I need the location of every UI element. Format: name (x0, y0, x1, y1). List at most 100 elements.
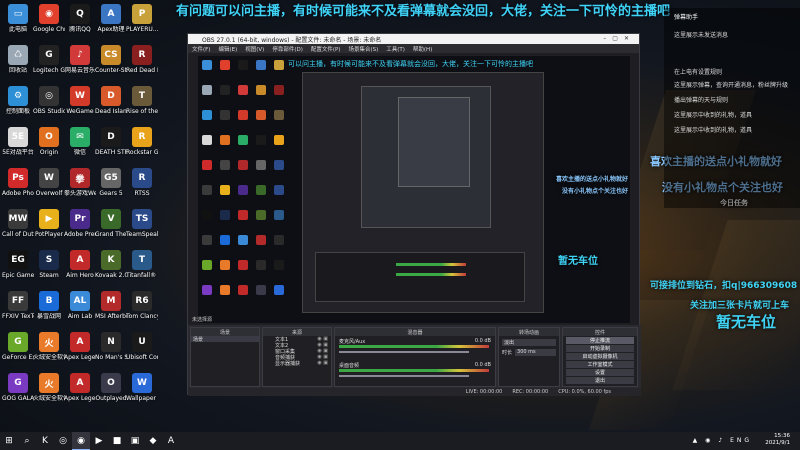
desktop-icon[interactable]: V Grand Theft Auto V (95, 209, 127, 238)
obs-menu-item[interactable]: 场景集合(S) (348, 45, 378, 53)
desktop-icon[interactable]: EG Epic Games Launcher (2, 250, 34, 279)
desktop-icon[interactable]: W WeGame (64, 86, 96, 115)
desktop-icon[interactable]: G5 Gears 5 (95, 168, 127, 197)
obs-menu-item[interactable]: 视图(V) (245, 45, 264, 53)
duration-input[interactable]: 300 ms (515, 349, 556, 356)
mixer-track[interactable]: 麦克风/Aux 0.0 dB (335, 336, 495, 360)
chat-line: 这里展示中收到的礼物，道具 (674, 127, 753, 134)
mixer-dock[interactable]: 混音器 麦克风/Aux 0.0 dB 桌面音频 0.0 dB (334, 327, 496, 387)
volume-slider[interactable] (339, 375, 469, 377)
desktop-icon[interactable]: ♪ 网易云音乐 (64, 45, 96, 74)
desktop-icon[interactable]: G GeForce Experience (2, 332, 34, 361)
desktop-icon[interactable]: ♺ 回收站 (2, 45, 34, 74)
control-button[interactable]: 停止推流 (566, 337, 634, 344)
desktop-icon[interactable]: B 暴雪战网 (33, 291, 65, 320)
volume-slider[interactable] (339, 351, 469, 353)
desktop-icon[interactable]: R RTSS (126, 168, 158, 197)
desktop-icon[interactable]: ✉ 微信 (64, 127, 96, 156)
control-button[interactable]: 设置 (566, 369, 634, 376)
desktop-icon[interactable]: R Rockstar Games... (126, 127, 158, 156)
desktop-icon[interactable]: N No Man's Sky (95, 332, 127, 361)
search-icon[interactable]: ⌕ (18, 432, 36, 450)
scenes-dock[interactable]: 场景 场景 (190, 327, 260, 387)
chat-line: 这里展示未发送消息 (674, 32, 729, 39)
taskbar-app-icon[interactable]: ◎ (54, 432, 72, 450)
obs-menu-item[interactable]: 文件(F) (192, 45, 210, 53)
obs-preview[interactable]: 可以问主播，有时候可能来不及看弹幕就会没回，大佬，关注一下可怜的主播吧 喜欢主播… (198, 56, 630, 323)
start-button[interactable]: ⊞ (0, 432, 18, 450)
window-controls[interactable]: –▢✕ (603, 35, 635, 42)
taskbar-app-icon[interactable]: ◆ (144, 432, 162, 450)
desktop-icon[interactable]: 火火绒安全软件 (33, 373, 65, 402)
desktop-icon[interactable]: MW Call of Duty Modern ... (2, 209, 34, 238)
desktop-icon[interactable]: U Ubisoft Connect (126, 332, 158, 361)
desktop-icon[interactable]: O Origin (33, 127, 65, 156)
sources-dock[interactable]: 来源 文本1 ◉ ▣ 文本2 ◉ ▣ 窗口采集 ◉ ▣ 音频捕获 ◉ ▣ 显示器捕获 ◉ ▣ (262, 327, 332, 387)
desktop-icon[interactable]: ▶ PotPlayer (33, 209, 65, 238)
desktop-icon[interactable]: T Rise of the Tomb Ra... (126, 86, 158, 115)
controls-dock[interactable]: 控件 停止推流 开始录制 启动虚拟摄像机 工作室模式 设置 退出 (562, 327, 638, 387)
obs-titlebar[interactable]: OBS 27.0.1 (64-bit, windows) - 配置文件: 未命名… (188, 34, 639, 44)
desktop-icon[interactable]: Q 腾讯QQ (64, 4, 96, 33)
desktop-icon[interactable]: AL Aim Lab (64, 291, 96, 320)
obs-menu-item[interactable]: 工具(T) (386, 45, 405, 53)
desktop-icon[interactable]: A Aim Hero (64, 250, 96, 279)
desktop-icon[interactable]: 火火绒安全软件 (33, 332, 65, 361)
chat-assistant-panel[interactable]: 弹幕助手 这里展示未发送消息 在上电有设置规则 这里展示弹幕，查询开通消息，粉丝牌升… (664, 8, 800, 208)
mixer-track[interactable]: 桌面音频 0.0 dB (335, 360, 495, 384)
desktop-icon[interactable]: 拳拳头游戏WeGame (64, 168, 96, 197)
clock[interactable]: 15:36 2021/9/1 (765, 433, 790, 447)
tray-icons[interactable]: ▲ ◉ ♪ ENG (693, 437, 752, 444)
desktop-icon[interactable]: G GOG GALAXY (2, 373, 34, 402)
desktop-icon[interactable]: TS TeamSpeak 3 Client (126, 209, 158, 238)
obs-menu-item[interactable]: 配置文件(P) (311, 45, 341, 53)
transition-dock[interactable]: 转场动画 淡出 时长 300 ms (498, 327, 560, 387)
transition-select[interactable]: 淡出 (502, 339, 556, 346)
language-indicator[interactable]: ENG (730, 437, 752, 444)
desktop-icon[interactable]: A Apex助理 (95, 4, 127, 33)
taskbar-app-icon[interactable]: ▶ (90, 432, 108, 450)
desktop-icon[interactable]: R6 Tom Clancy's R... (126, 291, 158, 320)
obs-menu-item[interactable]: 停靠部件(D) (272, 45, 303, 53)
desktop-icon[interactable]: K Kovaak 2.0 (95, 250, 127, 279)
control-button[interactable]: 工作室模式 (566, 361, 634, 368)
control-button[interactable]: 启动虚拟摄像机 (566, 353, 634, 360)
source-item[interactable]: 显示器捕获 ◉ ▣ (263, 360, 331, 367)
taskbar-app-icon[interactable]: K (36, 432, 54, 450)
desktop-icon[interactable]: T Titanfall® 2 (126, 250, 158, 279)
obs-menu-item[interactable]: 编辑(E) (218, 45, 237, 53)
app-icon: A (70, 373, 90, 393)
taskbar-app-icon[interactable]: A (162, 432, 180, 450)
desktop-icon[interactable]: O Outplayed (95, 373, 127, 402)
taskbar-app-icon[interactable]: ▣ (126, 432, 144, 450)
desktop-icon[interactable]: CS Counter-Str... Global Off... (95, 45, 127, 74)
desktop-icon[interactable]: Ps Adobe Photosh... (2, 168, 34, 197)
desktop-icon[interactable]: 5E 5E对战平台 (2, 127, 34, 156)
taskbar-app-icon[interactable]: ◉ (72, 432, 90, 450)
control-button[interactable]: 退出 (566, 377, 634, 384)
desktop-icon[interactable]: ◉ Google Chrome (33, 4, 65, 33)
desktop-icon[interactable]: Pr Adobe Premie... (64, 209, 96, 238)
obs-menu-item[interactable]: 帮助(H) (413, 45, 432, 53)
desktop-icon[interactable]: ▭ 此电脑 (2, 4, 34, 33)
desktop-icon[interactable]: W Wallpaper Engine (126, 373, 158, 402)
desktop-icon[interactable]: D Dead Island Riptide Def... (95, 86, 127, 115)
desktop-icon[interactable]: D DEATH STRANDING (95, 127, 127, 156)
desktop-icon[interactable]: A Apex Legends (64, 332, 96, 361)
obs-window[interactable]: OBS 27.0.1 (64-bit, windows) - 配置文件: 未命名… (187, 33, 641, 396)
desktop-icon[interactable]: W Overwolf (33, 168, 65, 197)
control-button[interactable]: 开始录制 (566, 345, 634, 352)
desktop-icon[interactable]: P PLAYERU... BATTLEGR... (126, 4, 158, 33)
scene-item[interactable]: 场景 (191, 336, 259, 343)
desktop-icon[interactable]: G Logitech G HUB (33, 45, 65, 74)
desktop-icon[interactable]: S Steam (33, 250, 65, 279)
taskbar-app-icon[interactable]: ■ (108, 432, 126, 450)
desktop-icon[interactable]: M MSI Afterburner (95, 291, 127, 320)
app-icon: CS (101, 45, 121, 65)
desktop-icon[interactable]: A Apex Legends (64, 373, 96, 402)
desktop-icon[interactable]: FF FFXIV TexTools (2, 291, 34, 320)
desktop-icon[interactable]: ⚙ 控制面板 (2, 86, 34, 115)
desktop-icon[interactable]: ◎ OBS Studio (33, 86, 65, 115)
visibility-lock-icon[interactable]: ◉ ▣ (317, 360, 328, 366)
desktop-icon[interactable]: R Red Dead Redempti... (126, 45, 158, 74)
